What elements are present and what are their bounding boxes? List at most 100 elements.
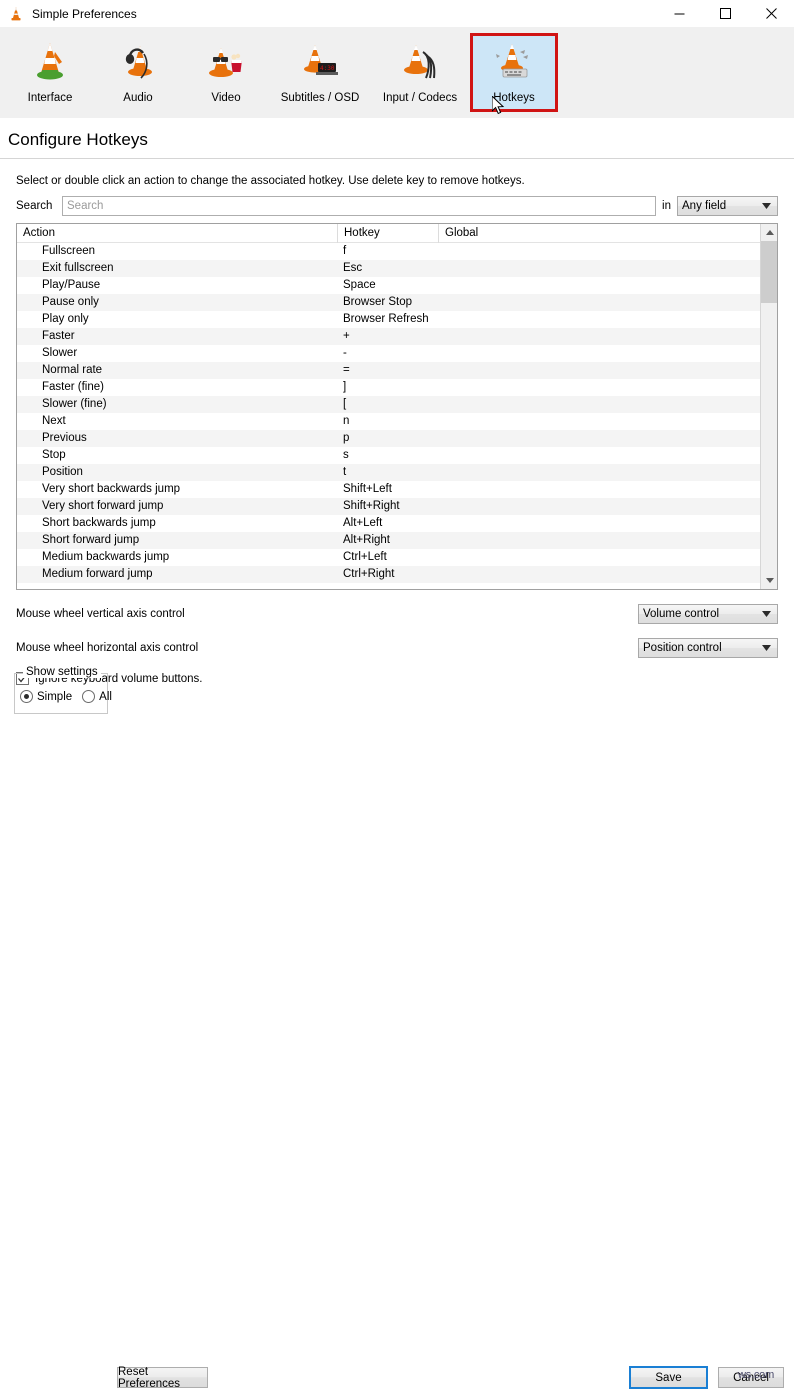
cell-hotkey: Alt+Right: [337, 532, 438, 549]
cell-global: [438, 243, 760, 260]
toolbar-item-input-codecs[interactable]: Input / Codecs: [370, 33, 470, 112]
radio-all[interactable]: [82, 690, 95, 703]
scroll-up-icon[interactable]: [761, 224, 778, 241]
cell-hotkey: t: [337, 464, 438, 481]
mouse-wheel-vertical-select[interactable]: Volume control: [638, 604, 778, 624]
table-row[interactable]: Medium forward jumpCtrl+Right: [17, 566, 760, 583]
cancel-button[interactable]: Cancel: [718, 1367, 784, 1388]
show-settings-radios: Simple All: [20, 690, 112, 703]
vlc-cone-icon: [26, 38, 74, 86]
toolbar-item-hotkeys[interactable]: Hotkeys: [470, 33, 558, 112]
mouse-wheel-horizontal-label: Mouse wheel horizontal axis control: [16, 642, 638, 654]
cell-global: [438, 294, 760, 311]
cell-action: Very short backwards jump: [17, 481, 337, 498]
cell-global: [438, 532, 760, 549]
search-input[interactable]: [62, 196, 656, 216]
table-row[interactable]: Very short forward jumpShift+Right: [17, 498, 760, 515]
preferences-toolbar: Interface Audio: [0, 27, 794, 118]
table-row[interactable]: Slower-: [17, 345, 760, 362]
cell-hotkey: Ctrl+Right: [337, 566, 438, 583]
reset-preferences-button[interactable]: Reset Preferences: [117, 1367, 208, 1388]
cell-global: [438, 515, 760, 532]
mouse-wheel-vertical-row: Mouse wheel vertical axis control Volume…: [16, 604, 778, 624]
cell-global: [438, 447, 760, 464]
toolbar-item-label: Subtitles / OSD: [281, 92, 360, 104]
vlc-cone-subtitles-icon: 4:30: [296, 38, 344, 86]
minimize-button[interactable]: [656, 0, 702, 27]
mouse-wheel-horizontal-select[interactable]: Position control: [638, 638, 778, 658]
cell-action: Very short forward jump: [17, 498, 337, 515]
toolbar-item-video[interactable]: Video: [182, 33, 270, 112]
toolbar-item-subtitles-osd[interactable]: 4:30 Subtitles / OSD: [270, 33, 370, 112]
cell-global: [438, 481, 760, 498]
cell-hotkey: f: [337, 243, 438, 260]
cell-action: Stop: [17, 447, 337, 464]
page-header: Configure Hotkeys: [0, 118, 794, 150]
cell-action: Faster: [17, 328, 337, 345]
table-row[interactable]: Very short backwards jumpShift+Left: [17, 481, 760, 498]
cell-action: Short backwards jump: [17, 515, 337, 532]
show-settings-title: Show settings: [23, 666, 101, 678]
table-row[interactable]: Play onlyBrowser Refresh: [17, 311, 760, 328]
table-row[interactable]: Play/PauseSpace: [17, 277, 760, 294]
column-header-action[interactable]: Action: [17, 224, 337, 243]
cell-global: [438, 413, 760, 430]
table-row[interactable]: Short backwards jumpAlt+Left: [17, 515, 760, 532]
cell-global: [438, 311, 760, 328]
cell-action: Faster (fine): [17, 379, 337, 396]
panel-hint-text: Select or double click an action to chan…: [16, 175, 778, 187]
table-row[interactable]: Faster (fine)]: [17, 379, 760, 396]
cell-action: Previous: [17, 430, 337, 447]
mouse-wheel-horizontal-value: Position control: [643, 642, 722, 654]
table-row[interactable]: Previousp: [17, 430, 760, 447]
toolbar-item-interface[interactable]: Interface: [6, 33, 94, 112]
cell-global: [438, 345, 760, 362]
dialog-footer: Show settings Simple All Reset Preferenc…: [0, 671, 794, 721]
table-row[interactable]: Fullscreenf: [17, 243, 760, 260]
maximize-button[interactable]: [702, 0, 748, 27]
cell-action: Normal rate: [17, 362, 337, 379]
table-row[interactable]: Stops: [17, 447, 760, 464]
vlc-cone-keyboard-icon: [490, 38, 538, 86]
cell-global: [438, 498, 760, 515]
table-row[interactable]: Faster+: [17, 328, 760, 345]
cell-global: [438, 277, 760, 294]
cell-hotkey: Space: [337, 277, 438, 294]
cell-global: [438, 260, 760, 277]
cell-global: [438, 464, 760, 481]
cell-action: Next: [17, 413, 337, 430]
vlc-cone-icon: [8, 6, 24, 22]
header-divider: [0, 158, 794, 159]
cell-hotkey: Browser Refresh: [337, 311, 438, 328]
radio-simple[interactable]: [20, 690, 33, 703]
table-header-row: Action Hotkey Global: [17, 224, 760, 243]
search-field-select[interactable]: Any field: [677, 196, 778, 216]
table-row[interactable]: Pause onlyBrowser Stop: [17, 294, 760, 311]
cell-action: Play/Pause: [17, 277, 337, 294]
scroll-down-icon[interactable]: [761, 572, 778, 589]
column-header-hotkey[interactable]: Hotkey: [337, 224, 438, 243]
table-row[interactable]: Medium backwards jumpCtrl+Left: [17, 549, 760, 566]
table-row[interactable]: Short forward jumpAlt+Right: [17, 532, 760, 549]
column-header-global[interactable]: Global: [438, 224, 760, 243]
close-button[interactable]: [748, 0, 794, 27]
table-row[interactable]: Slower (fine)[: [17, 396, 760, 413]
cell-global: [438, 566, 760, 583]
cell-hotkey: Browser Stop: [337, 294, 438, 311]
radio-simple-label: Simple: [37, 691, 72, 703]
vlc-cone-glasses-icon: [202, 38, 250, 86]
save-button[interactable]: Save: [629, 1366, 708, 1389]
table-vertical-scrollbar[interactable]: [760, 224, 777, 589]
cell-action: Slower: [17, 345, 337, 362]
table-row[interactable]: Normal rate=: [17, 362, 760, 379]
toolbar-item-audio[interactable]: Audio: [94, 33, 182, 112]
hotkeys-table[interactable]: Action Hotkey Global FullscreenfExit ful…: [16, 223, 778, 590]
table-row[interactable]: Exit fullscreenEsc: [17, 260, 760, 277]
cell-global: [438, 328, 760, 345]
cell-hotkey: Shift+Left: [337, 481, 438, 498]
chevron-down-icon: [762, 608, 771, 620]
cell-action: Medium forward jump: [17, 566, 337, 583]
scrollbar-thumb[interactable]: [761, 241, 778, 303]
table-row[interactable]: Nextn: [17, 413, 760, 430]
table-row[interactable]: Positiont: [17, 464, 760, 481]
